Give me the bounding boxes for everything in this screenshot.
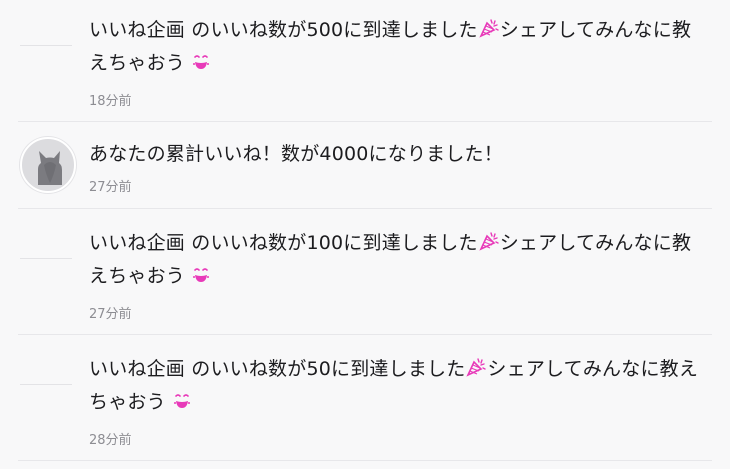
message-text-continued: シェアしてみんなに教 xyxy=(499,19,692,41)
timestamp: 27分前 xyxy=(89,307,132,322)
timestamp: 28分前 xyxy=(89,433,132,448)
party-popper-icon xyxy=(478,230,500,252)
message-text-line2: ちゃおう xyxy=(89,391,166,413)
divider xyxy=(18,460,712,461)
message-text-line2: えちゃおう xyxy=(89,52,186,74)
message-text: いいね企画 のいいね数が500に到達しました xyxy=(89,19,478,41)
notification-message: いいね企画 のいいね数が100に到達しました シェアしてみんなに教 えちゃおう xyxy=(89,227,709,293)
message-text-continued: シェアしてみんなに教え xyxy=(487,358,699,380)
smiling-face-icon xyxy=(172,391,192,411)
notification-message: あなたの累計いいね！数が4000になりました！ xyxy=(89,138,709,171)
message-text: あなたの累計いいね！数が4000になりました！ xyxy=(89,143,503,165)
notification-message: いいね企画 のいいね数が50に到達しました シェアしてみんなに教え ちゃおう xyxy=(89,353,709,419)
timestamp: 27分前 xyxy=(89,180,132,195)
notification-item[interactable]: いいね企画 のいいね数が50に到達しました シェアしてみんなに教え ちゃおう 28… xyxy=(0,335,730,461)
smiling-face-icon xyxy=(191,265,211,285)
message-text: いいね企画 のいいね数が100に到達しました xyxy=(89,232,478,254)
message-text-continued: シェアしてみんなに教 xyxy=(499,232,692,254)
notification-message: いいね企画 のいいね数が500に到達しました シェアしてみんなに教 えちゃおう xyxy=(89,14,709,80)
cat-silhouette-icon xyxy=(38,151,62,185)
avatar-placeholder xyxy=(20,372,72,385)
message-text: いいね企画 のいいね数が50に到達しました xyxy=(89,358,466,380)
avatar[interactable] xyxy=(20,137,76,193)
avatar-placeholder xyxy=(20,33,72,46)
message-text-line2: えちゃおう xyxy=(89,265,186,287)
notification-item[interactable]: いいね企画 のいいね数が100に到達しました シェアしてみんなに教 えちゃおう 2… xyxy=(0,209,730,335)
notification-list: いいね企画 のいいね数が500に到達しました シェアしてみんなに教 えちゃおう 1… xyxy=(0,0,730,469)
avatar-placeholder xyxy=(20,246,72,259)
smiling-face-icon xyxy=(191,52,211,72)
timestamp: 18分前 xyxy=(89,94,132,109)
notification-item[interactable]: いいね企画 のいいね数が500に到達しました シェアしてみんなに教 えちゃおう 1… xyxy=(0,0,730,122)
party-popper-icon xyxy=(478,17,500,39)
party-popper-icon xyxy=(465,356,487,378)
notification-item[interactable]: あなたの累計いいね！数が4000になりました！ 27分前 xyxy=(0,122,730,209)
